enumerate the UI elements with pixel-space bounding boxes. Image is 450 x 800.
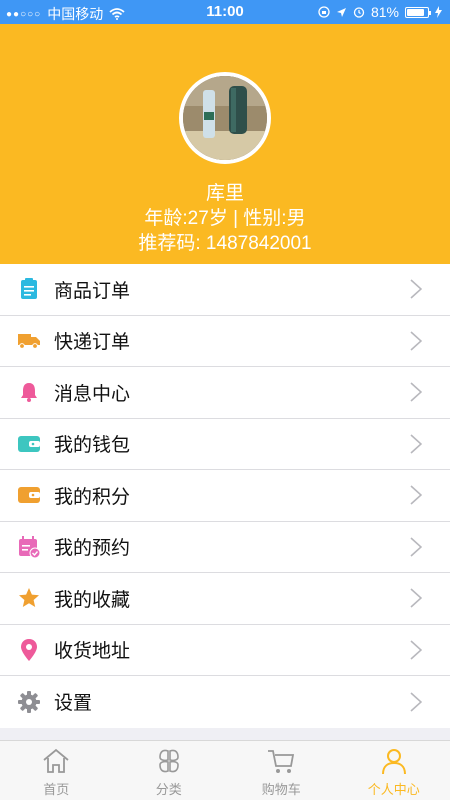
calendar-icon (18, 535, 40, 558)
menu-item-my-points[interactable]: 我的积分 (0, 470, 450, 522)
star-icon (18, 587, 40, 609)
points-wallet-icon (18, 484, 40, 506)
tab-profile[interactable]: 个人中心 (338, 741, 450, 800)
user-age-gender: 年龄:27岁 | 性别:男 (144, 208, 306, 229)
location-pin-icon (18, 638, 40, 661)
tab-label: 首页 (43, 782, 70, 797)
chevron-right-icon (410, 382, 422, 402)
gear-icon (18, 690, 40, 713)
cart-icon (268, 750, 295, 773)
menu-list: 商品订单 快递订单 消息中心 我的钱包 我的积分 我的预约 我的收藏 收货地址 … (0, 264, 450, 728)
charging-icon (435, 6, 442, 18)
menu-item-my-wallet[interactable]: 我的钱包 (0, 419, 450, 470)
tab-home[interactable]: 首页 (0, 741, 113, 800)
tab-category[interactable]: 分类 (113, 741, 226, 800)
menu-item-label: 我的积分 (54, 486, 131, 508)
chevron-right-icon (410, 279, 422, 299)
menu-item-product-orders[interactable]: 商品订单 (0, 264, 450, 316)
home-icon (43, 748, 69, 773)
menu-item-label: 我的收藏 (54, 589, 131, 611)
tab-cart[interactable]: 购物车 (225, 741, 338, 800)
user-name: 库里 (205, 183, 244, 204)
battery-icon (405, 6, 431, 18)
menu-item-label: 我的钱包 (54, 435, 131, 457)
chevron-right-icon (410, 537, 422, 557)
menu-item-label: 消息中心 (54, 383, 131, 405)
chevron-right-icon (410, 331, 422, 351)
battery-percent: 81% (370, 4, 399, 20)
chevron-right-icon (410, 434, 422, 454)
alarm-icon (353, 7, 365, 18)
menu-item-label: 收货地址 (54, 641, 131, 663)
wallet-icon (18, 433, 40, 455)
clipboard-icon (18, 278, 40, 300)
menu-item-label: 快递订单 (54, 332, 131, 354)
menu-item-my-favorites[interactable]: 我的收藏 (0, 573, 450, 625)
location-arrow-icon (336, 7, 346, 17)
category-icon (158, 749, 179, 773)
person-icon (381, 749, 406, 775)
menu-item-settings[interactable]: 设置 (0, 676, 450, 728)
avatar[interactable] (179, 72, 271, 164)
chevron-right-icon (410, 485, 422, 505)
menu-item-label: 我的预约 (54, 538, 131, 560)
profile-header: 库里 年龄:27岁 | 性别:男 推荐码: 1487842001 (0, 24, 450, 264)
menu-item-my-appointments[interactable]: 我的预约 (0, 522, 450, 573)
referral-code: 推荐码: 1487842001 (138, 233, 312, 254)
chevron-right-icon (410, 640, 422, 660)
status-bar: ●●○○○ 中国移动 11:00 81% (0, 0, 450, 24)
menu-item-message-center[interactable]: 消息中心 (0, 367, 450, 419)
truck-icon (18, 330, 40, 352)
tab-label: 分类 (155, 782, 182, 797)
chevron-right-icon (410, 588, 422, 608)
tab-label: 购物车 (261, 782, 301, 797)
bell-icon (18, 381, 40, 403)
chevron-right-icon (410, 692, 422, 712)
tab-bar: 首页 分类 购物车 个人中心 (0, 740, 450, 800)
menu-item-shipping-address[interactable]: 收货地址 (0, 625, 450, 676)
menu-item-label: 商品订单 (54, 280, 131, 302)
menu-item-express-orders[interactable]: 快递订单 (0, 316, 450, 367)
tab-label: 个人中心 (367, 782, 420, 797)
orientation-lock-icon (318, 6, 330, 18)
menu-item-label: 设置 (54, 693, 93, 715)
